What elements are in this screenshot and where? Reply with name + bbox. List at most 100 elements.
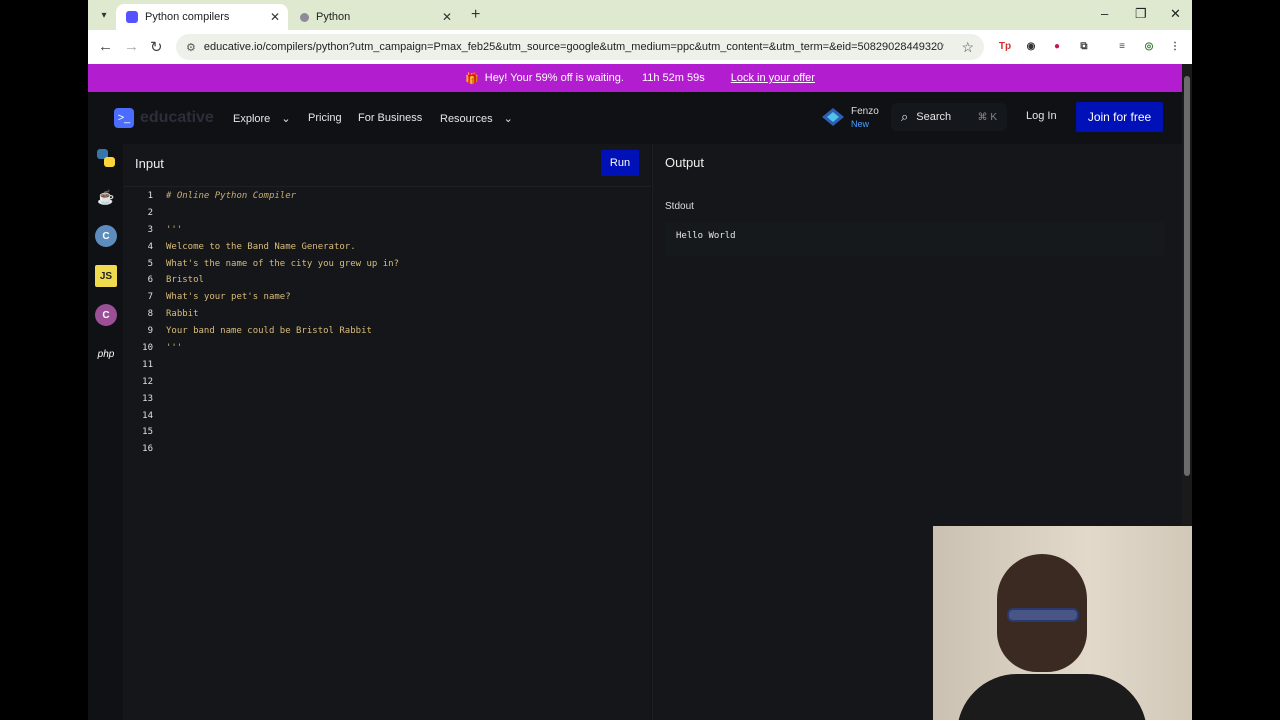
tab-strip: ▾ Python compilers ✕ Python ✕ + – ❐ ✕	[88, 0, 1192, 30]
forward-icon[interactable]: →	[124, 38, 139, 55]
line-number: 1	[147, 191, 153, 201]
close-window-icon[interactable]: ✕	[1170, 6, 1181, 22]
search-shortcut: ⌘ K	[977, 111, 997, 123]
code-line[interactable]: 10 '''	[123, 340, 651, 357]
browser-menu-icon[interactable]: ⋮	[1168, 39, 1182, 53]
webcam-glasses	[1007, 608, 1079, 622]
chevron-down-icon: ⌄	[281, 113, 291, 125]
code-text: Rabbit	[166, 309, 199, 320]
search-label: Search	[916, 111, 952, 123]
code-line[interactable]: 5 What's the name of the city you grew up…	[123, 256, 651, 273]
extension-tp-icon[interactable]: Tp	[998, 39, 1012, 53]
minimize-icon[interactable]: –	[1101, 6, 1108, 21]
code-line[interactable]: 7 What's your pet's name?	[123, 289, 651, 306]
promo-banner: 🎁 Hey! Your 59% off is waiting. 11h 52m …	[88, 64, 1192, 92]
code-text: '''	[166, 224, 183, 235]
close-tab-icon[interactable]: ✕	[442, 10, 452, 24]
media-controls-icon[interactable]: ≡	[1115, 39, 1129, 53]
code-line[interactable]: 11	[123, 357, 651, 374]
educative-favicon-icon	[126, 11, 138, 23]
nav-resources[interactable]: Resources ⌄	[440, 112, 513, 125]
java-icon[interactable]: ☕	[95, 186, 117, 208]
python-icon[interactable]	[95, 147, 117, 169]
code-line[interactable]: 14	[123, 408, 651, 425]
code-text: Bristol	[166, 275, 204, 286]
promo-timer: 11h 52m 59s	[641, 72, 705, 84]
line-number: 3	[147, 224, 153, 235]
restore-icon[interactable]: ❐	[1135, 6, 1147, 22]
code-line[interactable]: 6 Bristol	[123, 272, 651, 289]
code-line[interactable]: 8 Rabbit	[123, 306, 651, 323]
chevron-down-icon: ⌄	[503, 113, 513, 125]
line-number: 15	[142, 427, 153, 438]
code-line[interactable]: 1 # Online Python Compiler	[123, 188, 651, 205]
login-link[interactable]: Log In	[1026, 110, 1057, 122]
tab-search-icon[interactable]: ▾	[94, 5, 114, 25]
nav-resources-label: Resources	[440, 113, 493, 125]
line-number: 14	[142, 410, 153, 421]
code-editor[interactable]: 1 # Online Python Compiler 2 3 ''' 4 Welcome t…	[123, 188, 651, 458]
close-tab-icon[interactable]: ✕	[270, 10, 280, 24]
code-line[interactable]: 16	[123, 441, 651, 458]
line-number: 11	[142, 359, 153, 370]
code-line[interactable]: 13	[123, 391, 651, 408]
logo-text: educative	[140, 109, 214, 126]
site-info-icon[interactable]: ⚙	[186, 41, 196, 54]
lock-offer-link[interactable]: Lock in your offer	[731, 72, 815, 84]
join-button[interactable]: Join for free	[1076, 102, 1163, 132]
promo-text: Hey! Your 59% off is waiting.	[484, 72, 624, 84]
input-title: Input	[135, 156, 164, 171]
fenzo-icon[interactable]	[822, 108, 844, 126]
csharp-icon[interactable]: C	[95, 304, 117, 326]
address-bar[interactable]: ⚙ educative.io/compilers/python?utm_camp…	[176, 34, 984, 60]
back-icon[interactable]: ←	[98, 38, 113, 55]
code-line[interactable]: 2	[123, 205, 651, 222]
code-text: What's the name of the city you grew up …	[166, 258, 399, 269]
tab-python[interactable]: Python ✕	[290, 4, 460, 30]
extension-record-icon[interactable]: ●	[1050, 39, 1064, 53]
code-line[interactable]: 4 Welcome to the Band Name Generator.	[123, 239, 651, 256]
webcam-overlay	[933, 526, 1192, 720]
line-number: 10	[142, 343, 153, 354]
bookmark-star-icon[interactable]: ☆	[961, 39, 974, 56]
reload-icon[interactable]: ↻	[150, 38, 163, 56]
code-text: Your band name could be Bristol Rabbit	[166, 326, 372, 337]
javascript-icon[interactable]: JS	[95, 265, 117, 287]
educative-logo[interactable]: >_ educative	[114, 108, 214, 128]
code-line[interactable]: 12	[123, 374, 651, 391]
fenzo-label[interactable]: Fenzo	[851, 106, 879, 117]
line-number: 16	[142, 444, 153, 455]
code-text: '''	[166, 343, 183, 354]
code-text: # Online Python Compiler	[166, 191, 297, 201]
code-text: Welcome to the Band Name Generator.	[166, 241, 356, 252]
stdout-output: Hello World	[665, 222, 1165, 256]
stdout-label: Stdout	[665, 201, 694, 212]
python-favicon-icon	[300, 12, 309, 22]
profile-icon[interactable]: ◎	[1142, 39, 1156, 53]
browser-toolbar: ← → ↻ ⚙ educative.io/compilers/python?ut…	[88, 30, 1192, 64]
tab-title: Python compilers	[145, 11, 230, 23]
code-line[interactable]: 15	[123, 424, 651, 441]
code-line[interactable]: 9 Your band name could be Bristol Rabbit	[123, 323, 651, 340]
run-button[interactable]: Run	[601, 150, 639, 176]
line-number: 12	[142, 376, 153, 387]
educative-logo-icon: >_	[114, 108, 134, 128]
tab-python-compilers[interactable]: Python compilers ✕	[116, 4, 288, 30]
line-number: 8	[147, 309, 153, 320]
c-icon[interactable]: C	[95, 225, 117, 247]
fenzo-new-badge: New	[851, 119, 870, 129]
extensions-puzzle-icon[interactable]: ⧉	[1077, 39, 1091, 53]
new-tab-icon[interactable]: +	[471, 6, 480, 24]
site-search-button[interactable]: ⌕ Search ⌘ K	[891, 103, 1007, 131]
nav-explore[interactable]: Explore ⌄	[233, 112, 291, 125]
language-sidebar: ☕ C JS C php	[88, 144, 123, 720]
code-line[interactable]: 3 '''	[123, 222, 651, 239]
site-header: >_ educative Explore ⌄ Pricing For Busin…	[88, 92, 1184, 144]
php-icon[interactable]: php	[95, 343, 117, 365]
extension-incognito-icon[interactable]: ◉	[1024, 39, 1038, 53]
nav-for-business[interactable]: For Business	[358, 112, 422, 124]
scroll-thumb[interactable]	[1184, 76, 1190, 476]
nav-pricing[interactable]: Pricing	[308, 112, 342, 124]
search-icon: ⌕	[901, 109, 909, 124]
line-number: 13	[142, 393, 153, 404]
